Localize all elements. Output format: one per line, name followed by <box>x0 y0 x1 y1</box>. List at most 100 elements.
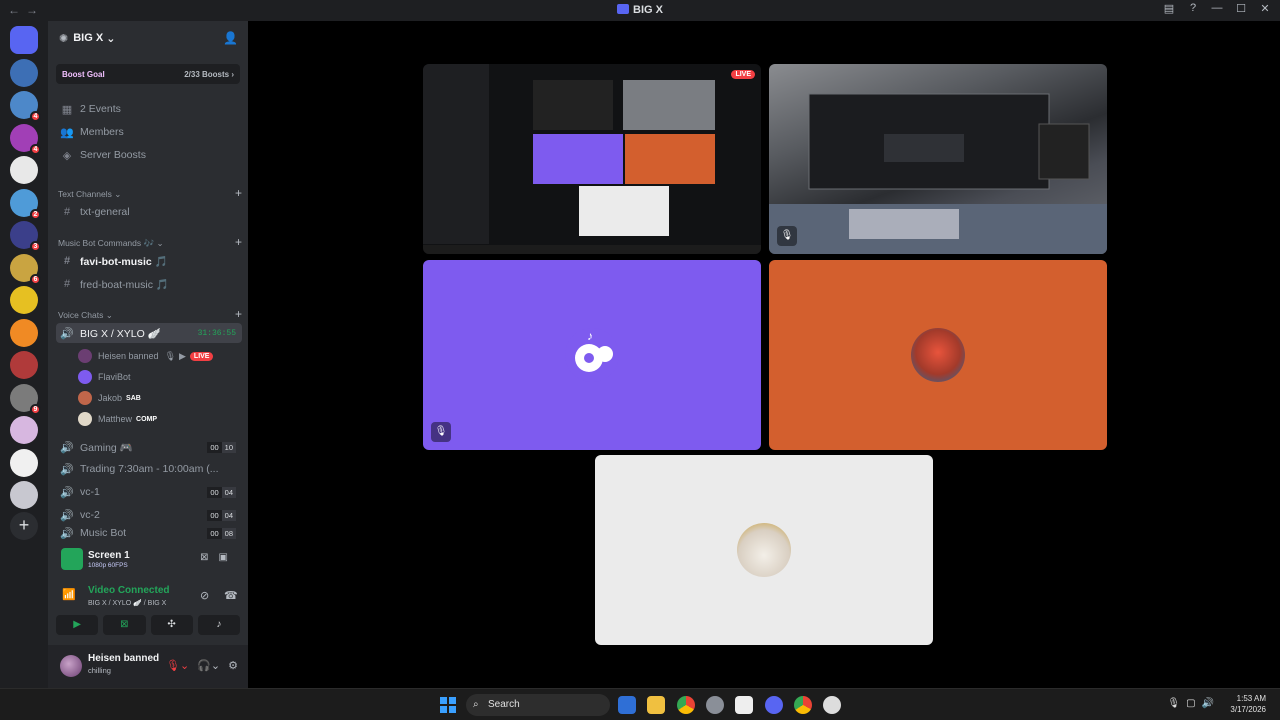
stream-tile-matthew[interactable] <box>595 455 933 645</box>
voice-channel-trading[interactable]: 🔊 Trading 7:30am - 10:00am (... <box>56 459 242 479</box>
mic-muted-icon[interactable]: 🎙⌄ <box>166 659 189 672</box>
avatar[interactable] <box>60 655 82 677</box>
category-text-channels[interactable]: Text Channels ⌄ + <box>58 187 242 200</box>
server-icon[interactable] <box>10 351 38 379</box>
close-button[interactable]: ✕ <box>1256 2 1274 15</box>
server-icon[interactable]: 3 <box>10 221 41 252</box>
soundboard-button[interactable]: ♪ <box>197 615 240 635</box>
voice-channel-vc-2[interactable]: 🔊 vc-2 00 04 <box>56 505 242 525</box>
mic-icon[interactable]: 🎙 <box>1167 698 1186 709</box>
system-tray[interactable]: 🎙▢🔊 <box>1167 698 1220 709</box>
noise-suppression-icon[interactable]: ⊘ <box>200 589 209 602</box>
nav-members[interactable]: 👥 Members <box>56 122 242 142</box>
headphones-icon[interactable]: 🎧⌄ <box>197 659 220 672</box>
stream-preview <box>423 64 761 254</box>
server-icon[interactable]: 4 <box>10 91 41 122</box>
server-icon[interactable] <box>10 481 38 509</box>
inbox-icon[interactable]: ▤ <box>1160 2 1178 15</box>
activities-button[interactable]: ✣ <box>150 615 193 635</box>
chatgpt-icon[interactable] <box>735 696 753 714</box>
guild-header[interactable]: ✺ BIG X ⌄ 👤 <box>48 21 248 55</box>
voice-connection-panel: 📶 Video Connected BIG X / XYLO 🪽 / BIG X… <box>62 585 238 607</box>
bot-avatar: ♪ <box>565 328 619 382</box>
server-icon[interactable] <box>10 26 38 54</box>
app-icon[interactable] <box>823 696 841 714</box>
server-icon[interactable] <box>10 318 38 347</box>
server-icon[interactable]: 4 <box>10 123 41 155</box>
display-icon[interactable]: ▢ <box>1186 698 1201 709</box>
add-server-button[interactable]: + <box>10 512 38 540</box>
boost-goal[interactable]: Boost Goal 2/33 Boosts › <box>56 64 240 84</box>
notification-badge: 4 <box>30 111 41 122</box>
calendar-icon: ▦ <box>61 103 73 116</box>
maximize-button[interactable]: ☐ <box>1232 2 1250 15</box>
settings-gear-icon[interactable]: ⚙ <box>228 659 238 672</box>
voice-channel-music-bot[interactable]: 🔊 Music Bot 00 08 <box>56 527 242 539</box>
voice-user-flavibot[interactable]: FlaviBot <box>78 367 240 387</box>
notification-badge: 2 <box>30 208 41 220</box>
help-icon[interactable]: ? <box>1184 2 1202 15</box>
server-icon[interactable] <box>10 286 38 314</box>
screen-thumbnail[interactable] <box>61 548 83 570</box>
user-avatar <box>737 523 791 577</box>
members-icon: 👥 <box>60 126 74 139</box>
channel-txt-general[interactable]: # txt-general <box>56 202 242 222</box>
voice-channel-gaming[interactable]: 🔊 Gaming 🎮 00 10 <box>56 437 242 457</box>
server-icon[interactable] <box>10 416 38 444</box>
discord-icon[interactable] <box>765 696 783 714</box>
mute-icon: 🎙 <box>164 350 176 361</box>
taskbar-search[interactable]: ⌕ Search <box>466 694 610 716</box>
channel-favi-bot-music[interactable]: # favi-bot-music 🎵 <box>56 251 242 271</box>
create-channel-icon[interactable]: + <box>235 308 242 321</box>
chrome-icon[interactable] <box>677 696 695 714</box>
voice-user-matthew[interactable]: Matthew COMP <box>78 409 240 429</box>
notification-badge: 4 <box>30 143 41 155</box>
notification-badge: 6 <box>30 273 41 285</box>
avatar <box>78 370 92 384</box>
stream-tile-camera[interactable]: 🎙 <box>769 64 1107 254</box>
clock[interactable]: 1:53 AM 3/17/2026 <box>1230 693 1266 715</box>
nav-server-boosts[interactable]: ◈ Server Boosts <box>56 145 242 165</box>
stream-tile-flavibot[interactable]: ♪ 🎙 <box>423 260 761 450</box>
stop-stream-icon[interactable]: ⊠ <box>200 552 218 563</box>
camera-button[interactable]: ▶ <box>56 615 99 635</box>
create-channel-icon[interactable]: + <box>235 236 242 249</box>
disconnect-icon[interactable]: ☎ <box>224 589 238 602</box>
voice-user-heisen[interactable]: Heisen banned 🎙 ▶ LIVE <box>78 346 240 366</box>
voice-user-jakob[interactable]: Jakob SAB <box>78 388 240 408</box>
stream-tile-screenshare[interactable]: LIVE <box>423 64 761 254</box>
settings-icon[interactable] <box>706 696 724 714</box>
svg-text:♪: ♪ <box>587 329 593 343</box>
server-icon[interactable]: 6 <box>10 253 41 285</box>
channel-fred-boat-music[interactable]: # fred-boat-music 🎵 <box>56 274 242 294</box>
start-button[interactable] <box>440 697 456 713</box>
speaker-icon: 🔊 <box>60 327 74 340</box>
category-voice-chats[interactable]: Voice Chats ⌄ + <box>58 308 242 321</box>
volume-icon[interactable]: 🔊 <box>1202 698 1220 709</box>
speaker-icon: 🔊 <box>60 527 74 540</box>
category-music-bot[interactable]: Music Bot Commands 🎶 ⌄ + <box>58 236 242 249</box>
video-stage: LIVE 🎙 ♪ 🎙 <box>248 21 1280 688</box>
signal-icon[interactable]: 📶 <box>62 588 76 601</box>
server-icon[interactable] <box>10 58 38 87</box>
create-channel-icon[interactable]: + <box>235 187 242 200</box>
avatar <box>78 412 92 426</box>
screen-share-button[interactable]: ⊠ <box>103 615 146 635</box>
file-explorer-icon[interactable] <box>647 696 665 714</box>
server-icon[interactable]: 9 <box>10 383 41 415</box>
voice-channel-bigx[interactable]: 🔊 BIG X / XYLO 🪽 31:36:55 <box>56 323 242 343</box>
nav-events[interactable]: ▦ 2 Events <box>56 99 242 119</box>
server-icon[interactable] <box>10 156 38 184</box>
stream-tile-jakob[interactable] <box>769 260 1107 450</box>
chrome-icon[interactable] <box>794 696 812 714</box>
server-icon[interactable]: 2 <box>10 188 41 220</box>
notification-badge: 3 <box>30 241 41 252</box>
outlook-icon[interactable] <box>618 696 636 714</box>
server-icon[interactable] <box>10 448 38 477</box>
hash-icon: # <box>63 255 71 267</box>
avatar <box>78 391 92 405</box>
invite-people-icon[interactable]: 👤 <box>223 31 238 45</box>
minimize-button[interactable]: — <box>1208 2 1226 15</box>
voice-channel-vc-1[interactable]: 🔊 vc-1 00 04 <box>56 482 242 502</box>
popout-icon[interactable]: ▣ <box>219 552 238 563</box>
